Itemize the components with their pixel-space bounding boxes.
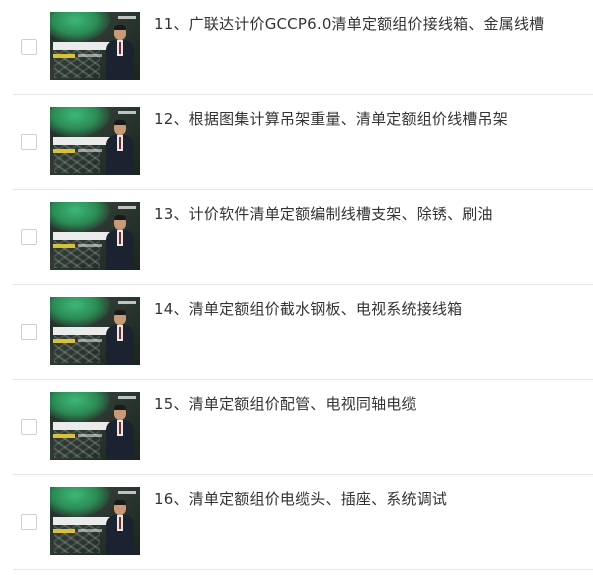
lesson-thumbnail[interactable] [50,297,140,365]
instructor-image [106,310,134,365]
instructor-image [106,215,134,270]
lesson-row[interactable]: 15、清单定额组价配管、电视同轴电缆 [0,380,593,475]
instructor-image [106,25,134,80]
lesson-checkbox[interactable] [21,134,37,150]
lesson-thumbnail[interactable] [50,487,140,555]
lesson-title[interactable]: 14、清单定额组价截水钢板、电视系统接线箱 [154,298,462,320]
lesson-thumbnail[interactable] [50,392,140,460]
lesson-list: 11、广联达计价GCCP6.0清单定额组价接线箱、金属线槽 12、根据图集计算吊… [0,0,593,575]
lesson-row[interactable]: 13、计价软件清单定额编制线槽支架、除锈、刷油 [0,190,593,285]
lesson-row[interactable]: 14、清单定额组价截水钢板、电视系统接线箱 [0,285,593,380]
lesson-title[interactable]: 15、清单定额组价配管、电视同轴电缆 [154,393,417,415]
lesson-title[interactable]: 12、根据图集计算吊架重量、清单定额组价线槽吊架 [154,108,508,130]
lesson-thumbnail[interactable] [50,202,140,270]
lesson-checkbox[interactable] [21,419,37,435]
lesson-title[interactable]: 16、清单定额组价电缆头、插座、系统调试 [154,488,447,510]
lesson-row[interactable]: 12、根据图集计算吊架重量、清单定额组价线槽吊架 [0,95,593,190]
lesson-title[interactable]: 13、计价软件清单定额编制线槽支架、除锈、刷油 [154,203,493,225]
lesson-title[interactable]: 11、广联达计价GCCP6.0清单定额组价接线箱、金属线槽 [154,13,544,35]
lesson-row[interactable]: 16、清单定额组价电缆头、插座、系统调试 [0,475,593,570]
instructor-image [106,405,134,460]
lesson-checkbox[interactable] [21,514,37,530]
lesson-thumbnail[interactable] [50,12,140,80]
lesson-row[interactable]: 11、广联达计价GCCP6.0清单定额组价接线箱、金属线槽 [0,0,593,95]
lesson-checkbox[interactable] [21,39,37,55]
lesson-checkbox[interactable] [21,229,37,245]
lesson-checkbox[interactable] [21,324,37,340]
row-divider [13,569,593,570]
lesson-thumbnail[interactable] [50,107,140,175]
instructor-image [106,500,134,555]
instructor-image [106,120,134,175]
